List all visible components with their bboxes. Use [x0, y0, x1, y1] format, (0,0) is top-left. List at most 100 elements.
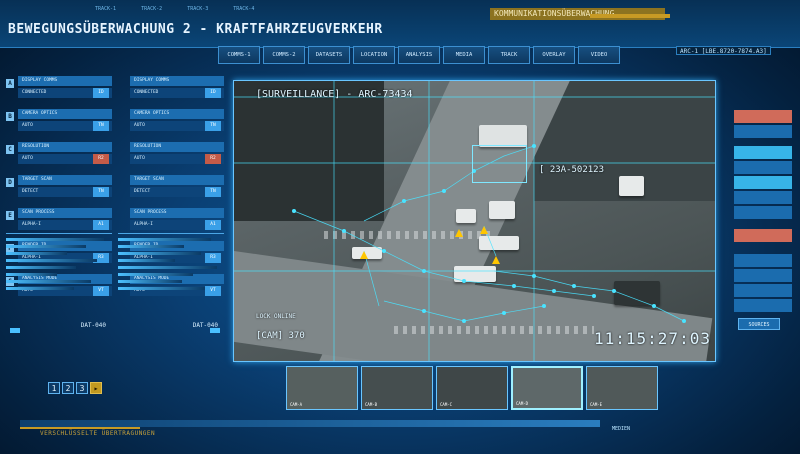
surveillance-label: [SURVEILLANCE] - ARC-73434 [256, 89, 413, 100]
control-group-c[interactable]: C RESOLUTION AUTO R2 [6, 142, 112, 172]
status-badge: TN [205, 121, 221, 131]
page-button[interactable]: 3 [76, 382, 88, 394]
tracking-overlay [234, 81, 715, 361]
status-badge: A1 [205, 220, 221, 230]
control-value: AUTO TN [18, 121, 112, 131]
media-label: MEDIEN [612, 426, 631, 432]
plot-label: DAT-040 [80, 322, 106, 329]
control-button[interactable] [734, 284, 792, 297]
tab-overlay[interactable]: OVERLAY [533, 46, 575, 64]
control-value: AUTO R2 [130, 154, 224, 164]
thumbnail-label: CAM-D [516, 401, 529, 406]
indicator-icon[interactable] [10, 328, 20, 333]
control-value: ALPHA-I A1 [18, 220, 112, 230]
key-label: A [6, 79, 14, 88]
key-label: D [6, 178, 14, 187]
control-title: RESOLUTION [130, 142, 224, 152]
control-button[interactable] [734, 176, 792, 189]
control-group[interactable]: DISPLAY COMMS CONNECTED ID [118, 76, 224, 106]
data-bar-plot-2: DAT-040 [118, 233, 224, 329]
control-group-d[interactable]: D TARGET SCAN DETECT TN [6, 175, 112, 205]
thumbnail-label: CAM-A [290, 402, 303, 407]
control-button[interactable] [734, 125, 792, 138]
page-button[interactable]: 1 [48, 382, 60, 394]
control-group[interactable]: TARGET SCAN DETECT TN [118, 175, 224, 205]
footer-status-text: VERSCHLÜSSELTE ÜBERTRAGUNGEN [40, 430, 156, 437]
footer-bar [20, 420, 600, 427]
status-badge: TN [93, 187, 109, 197]
status-badge: TN [93, 121, 109, 131]
tab-analysis[interactable]: ANALYSIS [398, 46, 440, 64]
control-button[interactable] [734, 191, 792, 204]
video-timestamp: 11:15:27:03 [594, 329, 711, 348]
thumbnail-label: CAM-B [365, 402, 378, 407]
control-button[interactable] [734, 269, 792, 282]
track-label[interactable]: TRACK-2 [141, 6, 162, 12]
next-page-button[interactable]: ▸ [90, 382, 102, 394]
status-badge: A1 [93, 220, 109, 230]
control-value: DETECT TN [18, 187, 112, 197]
tab-location[interactable]: LOCATION [353, 46, 395, 64]
control-button[interactable] [734, 146, 792, 159]
nav-tabs: COMMS-1 COMMS-2 DATASETS LOCATION ANALYS… [218, 46, 620, 64]
tab-track[interactable]: TRACK [488, 46, 530, 64]
thumbnail-label: CAM-C [440, 402, 453, 407]
control-group[interactable]: RESOLUTION AUTO R2 [118, 142, 224, 172]
camera-thumbnail-strip: CAM-A CAM-B CAM-C CAM-D CAM-E [286, 366, 658, 410]
control-button[interactable] [734, 254, 792, 267]
key-label: E [6, 211, 14, 220]
indicator-icon[interactable] [210, 328, 220, 333]
target-tracking-box[interactable] [472, 145, 527, 183]
status-badge: ID [205, 88, 221, 98]
control-title: DISPLAY COMMS [130, 76, 224, 86]
page-button[interactable]: 2 [62, 382, 74, 394]
key-label: B [6, 112, 14, 121]
camera-thumbnail[interactable]: CAM-A [286, 366, 358, 410]
control-group[interactable]: CAMERA OPTICS AUTO TN [118, 109, 224, 139]
status-badge: R2 [93, 154, 109, 164]
control-value: AUTO R2 [18, 154, 112, 164]
camera-thumbnail[interactable]: CAM-B [361, 366, 433, 410]
tab-video[interactable]: VIDEO [578, 46, 620, 64]
surveillance-video-feed[interactable]: [SURVEILLANCE] - ARC-73434 [ 23A-502123 … [233, 80, 716, 362]
status-badge: ID [93, 88, 109, 98]
control-value: CONNECTED ID [130, 88, 224, 98]
track-label[interactable]: TRACK-1 [95, 6, 116, 12]
track-label[interactable]: TRACK-4 [233, 6, 254, 12]
status-badge: R2 [205, 154, 221, 164]
camera-thumbnail-active[interactable]: CAM-D [511, 366, 583, 410]
thumbnail-label: CAM-E [590, 402, 603, 407]
tab-media[interactable]: MEDIA [443, 46, 485, 64]
control-button[interactable] [734, 161, 792, 174]
target-id-label: [ 23A-502123 [539, 165, 605, 175]
control-title: TARGET SCAN [130, 175, 224, 185]
track-labels: TRACK-1 TRACK-2 TRACK-3 TRACK-4 [95, 6, 276, 12]
status-badge: TN [205, 187, 221, 197]
control-title: CAMERA OPTICS [130, 109, 224, 119]
camera-label: [CAM] 370 [256, 331, 305, 341]
control-group-a[interactable]: A DISPLAY COMMS CONNECTED ID [6, 76, 112, 106]
camera-thumbnail[interactable]: CAM-C [436, 366, 508, 410]
arc-readout: ARC-1 [LBE.8720-7874.A3] [676, 46, 771, 55]
tab-datasets[interactable]: DATASETS [308, 46, 350, 64]
data-bar-plot-1: DAT-040 [6, 233, 112, 329]
tab-comms-1[interactable]: COMMS-1 [218, 46, 260, 64]
control-button[interactable] [734, 110, 792, 123]
control-group-b[interactable]: B CAMERA OPTICS AUTO TN [6, 109, 112, 139]
control-title: DISPLAY COMMS [18, 76, 112, 86]
page-title: BEWEGUNGSÜBERWACHUNG 2 - KRAFTFAHRZEUGVE… [8, 22, 383, 37]
sources-button[interactable]: SOURCES [738, 318, 780, 330]
control-value: AUTO TN [130, 121, 224, 131]
camera-thumbnail[interactable]: CAM-E [586, 366, 658, 410]
footer-accent-bar [20, 427, 140, 429]
control-button[interactable] [734, 299, 792, 312]
key-label: C [6, 145, 14, 154]
control-title: SCAN PROCESS [130, 208, 224, 218]
control-value: CONNECTED ID [18, 88, 112, 98]
control-button[interactable] [734, 229, 792, 242]
control-value: DETECT TN [130, 187, 224, 197]
tab-comms-2[interactable]: COMMS-2 [263, 46, 305, 64]
control-button[interactable] [734, 206, 792, 219]
top-bar: TRACK-1 TRACK-2 TRACK-3 TRACK-4 BEWEGUNG… [0, 0, 800, 48]
track-label[interactable]: TRACK-3 [187, 6, 208, 12]
